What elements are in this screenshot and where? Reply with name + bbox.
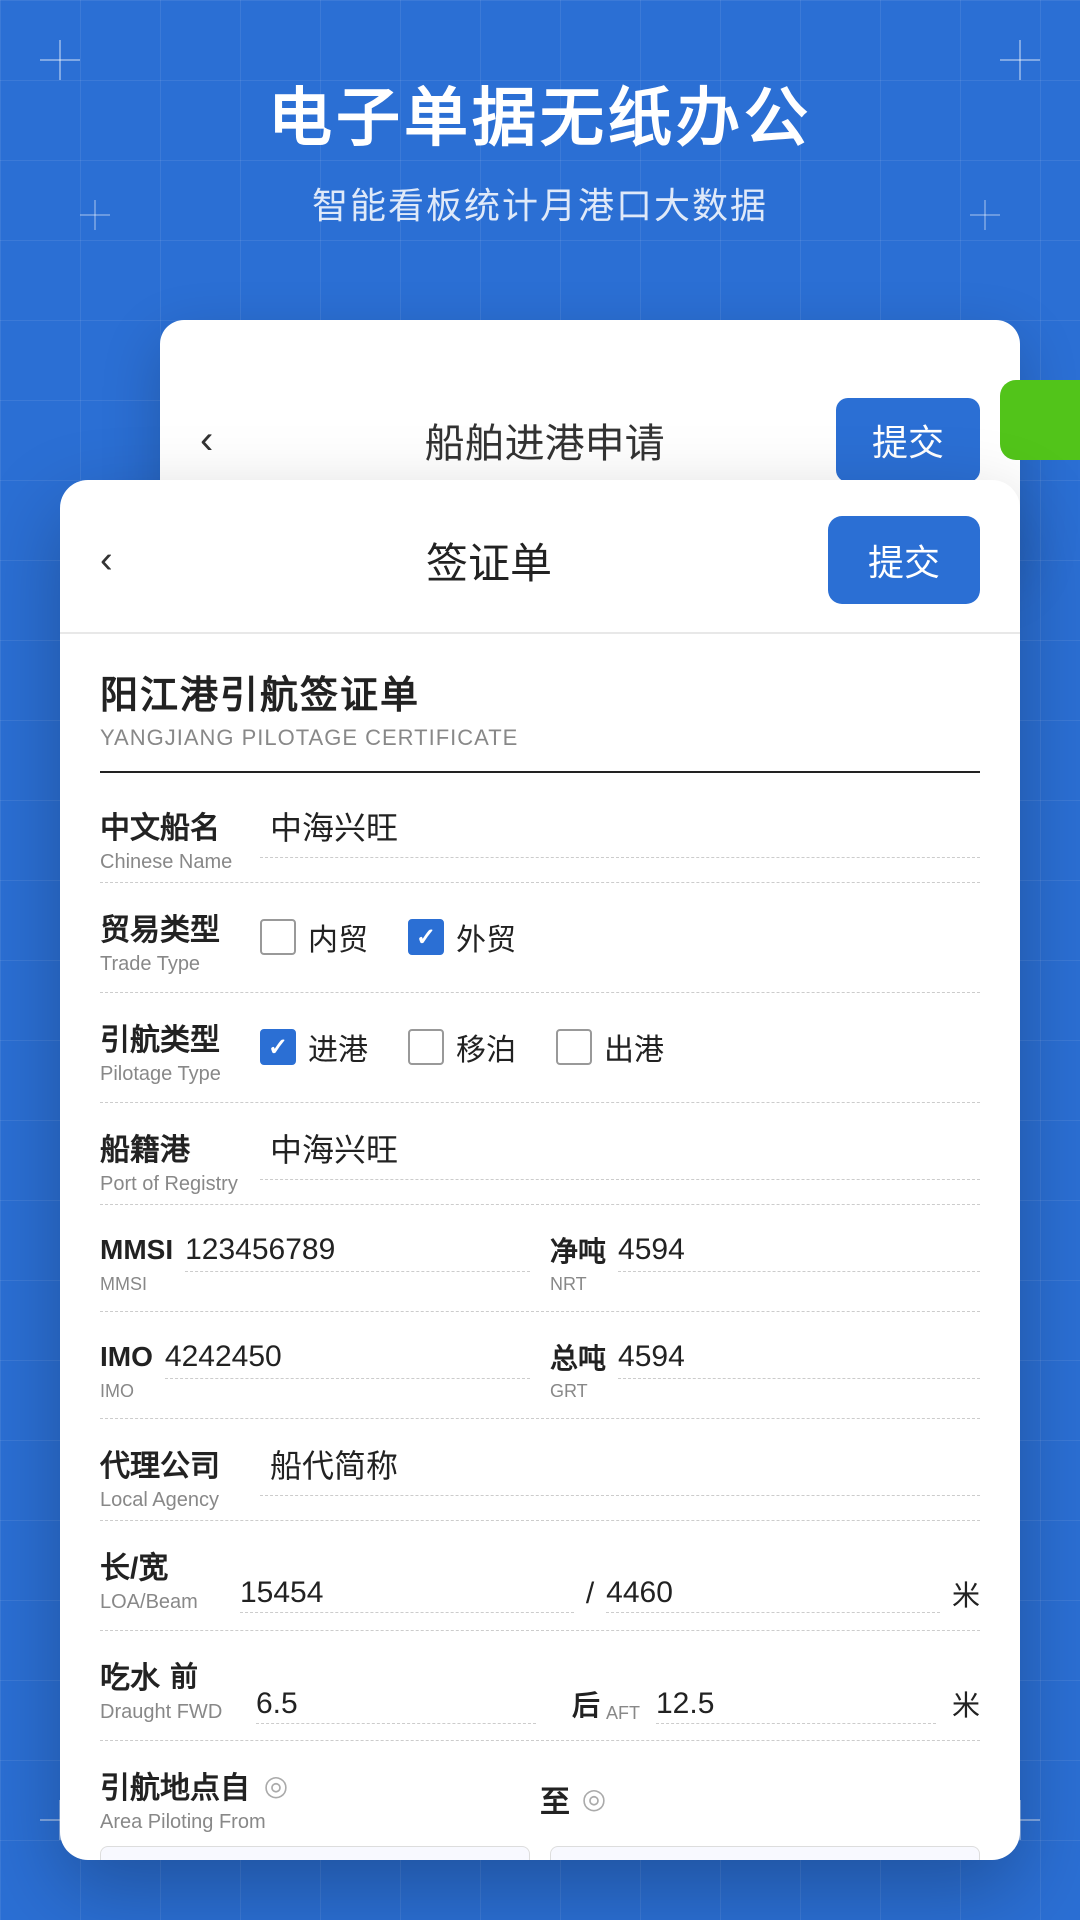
- form-content: 阳江港引航签证单 YANGJIANG PILOTAGE CERTIFICATE …: [60, 634, 1020, 1860]
- mmsi-label-cn: MMSI: [100, 1234, 173, 1266]
- local-agency-label-cn: 代理公司: [100, 1441, 260, 1485]
- trade-type-label-cn: 贸易类型: [100, 905, 260, 949]
- imo-value: 4242450: [165, 1340, 530, 1379]
- pilotage-to-location-icon: ◎: [578, 1783, 610, 1815]
- pilotage-type-row: 引航类型 Pilotage Type 进港 移泊 出港: [100, 993, 980, 1103]
- draught-row: 吃水 前 Draught FWD 6.5 后 AFT 12.5 米: [100, 1631, 980, 1741]
- pilotage-type-label-cn: 引航类型: [100, 1015, 260, 1059]
- mmsi-value: 123456789: [185, 1233, 530, 1272]
- pilotage-checkbox-yibo[interactable]: [408, 1029, 444, 1065]
- chinese-name-value: 中海兴旺: [270, 803, 980, 849]
- back-card-title: 船舶进港申请: [253, 411, 836, 469]
- draught-fwd-label: 前: [170, 1655, 198, 1695]
- chinese-name-label-cn: 中文船名: [100, 803, 260, 847]
- grt-col: 总吨 4594 GRT: [550, 1334, 980, 1402]
- pilotage-to-label: 至: [540, 1777, 570, 1821]
- loa-unit: 米: [952, 1574, 980, 1614]
- form-title-en: YANGJIANG PILOTAGE CERTIFICATE: [100, 725, 980, 751]
- imo-grt-row: IMO 4242450 IMO 总吨 4594 GRT: [100, 1312, 980, 1419]
- trade-type-label-neimao: 内贸: [308, 915, 368, 959]
- pilotage-type-option-chugang[interactable]: 出港: [556, 1025, 664, 1069]
- draught-aft-label-en: AFT: [606, 1703, 640, 1724]
- corner-cross-tr: [1000, 40, 1040, 80]
- nrt-value: 4594: [618, 1233, 980, 1272]
- pilotage-checkbox-chugang[interactable]: [556, 1029, 592, 1065]
- pilotage-checkbox-jingang[interactable]: [260, 1029, 296, 1065]
- grt-label-cn: 总吨: [550, 1337, 606, 1377]
- grt-value: 4594: [618, 1340, 980, 1379]
- trade-type-option-neimao[interactable]: 内贸: [260, 915, 368, 959]
- trade-type-row: 贸易类型 Trade Type 内贸 外贸: [100, 883, 980, 993]
- chinese-name-label-en: Chinese Name: [100, 851, 260, 874]
- imo-label-cn: IMO: [100, 1341, 153, 1373]
- draught-label-cn: 吃水: [100, 1653, 160, 1697]
- mmsi-label-en: MMSI: [100, 1274, 530, 1295]
- pilotage-type-option-jingang[interactable]: 进港: [260, 1025, 368, 1069]
- pilotage-from-value: 阳江港登轮点: [100, 1846, 530, 1860]
- front-card-title: 签证单: [150, 530, 828, 591]
- mmsi-col: MMSI 123456789 MMSI: [100, 1227, 530, 1295]
- pilotage-from-location-icon: ◎: [260, 1769, 292, 1801]
- green-peek-button[interactable]: [1000, 380, 1080, 460]
- header-area: 电子单据无纸办公 智能看板统计月港口大数据: [0, 80, 1080, 229]
- back-card-submit-button[interactable]: 提交: [836, 398, 980, 482]
- pilotage-type-option-yibo[interactable]: 移泊: [408, 1025, 516, 1069]
- front-back-button[interactable]: ‹: [100, 539, 150, 582]
- port-registry-value: 中海兴旺: [270, 1125, 980, 1171]
- draught-fwd-value: 6.5: [256, 1687, 536, 1724]
- mmsi-nrt-row: MMSI 123456789 MMSI 净吨 4594 NRT: [100, 1205, 980, 1312]
- port-registry-row: 船籍港 Port of Registry 中海兴旺: [100, 1103, 980, 1205]
- trade-type-checkbox-neimao[interactable]: [260, 919, 296, 955]
- local-agency-value: 船代简称: [270, 1441, 980, 1487]
- front-card-header: ‹ 签证单 提交: [60, 480, 1020, 634]
- local-agency-row: 代理公司 Local Agency 船代简称: [100, 1419, 980, 1521]
- imo-label-en: IMO: [100, 1381, 530, 1402]
- pilotage-label-jingang: 进港: [308, 1025, 368, 1069]
- form-title-block: 阳江港引航签证单 YANGJIANG PILOTAGE CERTIFICATE: [100, 634, 980, 773]
- pilotage-to-value: 阳江11#: [550, 1846, 980, 1860]
- pilotage-area-row: 引航地点自 ◎ Area Piloting From 至 ◎ 阳江港登轮点 阳江…: [100, 1741, 980, 1860]
- imo-col: IMO 4242450 IMO: [100, 1334, 530, 1402]
- pilotage-area-label-cn: 引航地点自: [100, 1763, 250, 1807]
- port-registry-label-cn: 船籍港: [100, 1125, 260, 1169]
- loa-separator: /: [586, 1577, 594, 1611]
- port-registry-label-en: Port of Registry: [100, 1173, 260, 1196]
- pilotage-label-yibo: 移泊: [456, 1025, 516, 1069]
- trade-type-label-en: Trade Type: [100, 953, 260, 976]
- draught-label-en: Draught FWD: [100, 1701, 240, 1724]
- draught-aft-label: 后: [572, 1684, 600, 1724]
- loa-beam-row: 长/宽 LOA/Beam 15454 / 4460 米: [100, 1521, 980, 1631]
- form-title-cn: 阳江港引航签证单: [100, 664, 980, 719]
- nrt-label-cn: 净吨: [550, 1230, 606, 1270]
- draught-unit: 米: [952, 1684, 980, 1724]
- header-title: 电子单据无纸办公: [60, 80, 1020, 157]
- loa-value: 15454: [240, 1576, 574, 1613]
- draught-aft-value: 12.5: [656, 1687, 936, 1724]
- chinese-name-row: 中文船名 Chinese Name 中海兴旺: [100, 781, 980, 883]
- pilotage-type-label-en: Pilotage Type: [100, 1063, 260, 1086]
- nrt-col: 净吨 4594 NRT: [550, 1227, 980, 1295]
- loa-label-cn: 长/宽: [100, 1543, 240, 1587]
- pilotage-area-label-en: Area Piloting From: [100, 1811, 540, 1834]
- back-card-back-button[interactable]: ‹: [200, 418, 213, 463]
- loa-label-en: LOA/Beam: [100, 1591, 240, 1614]
- pilotage-type-options: 进港 移泊 出港: [260, 1025, 664, 1069]
- trade-type-label-waimao: 外贸: [456, 915, 516, 959]
- front-submit-button[interactable]: 提交: [828, 516, 980, 604]
- trade-type-checkbox-waimao[interactable]: [408, 919, 444, 955]
- local-agency-label-en: Local Agency: [100, 1489, 260, 1512]
- front-card: ‹ 签证单 提交 阳江港引航签证单 YANGJIANG PILOTAGE CER…: [60, 480, 1020, 1860]
- nrt-label-en: NRT: [550, 1274, 980, 1295]
- trade-type-options: 内贸 外贸: [260, 915, 516, 959]
- corner-cross-tl: [40, 40, 80, 80]
- header-subtitle: 智能看板统计月港口大数据: [60, 177, 1020, 229]
- pilotage-label-chugang: 出港: [604, 1025, 664, 1069]
- beam-value: 4460: [606, 1576, 940, 1613]
- grt-label-en: GRT: [550, 1381, 980, 1402]
- trade-type-option-waimao[interactable]: 外贸: [408, 915, 516, 959]
